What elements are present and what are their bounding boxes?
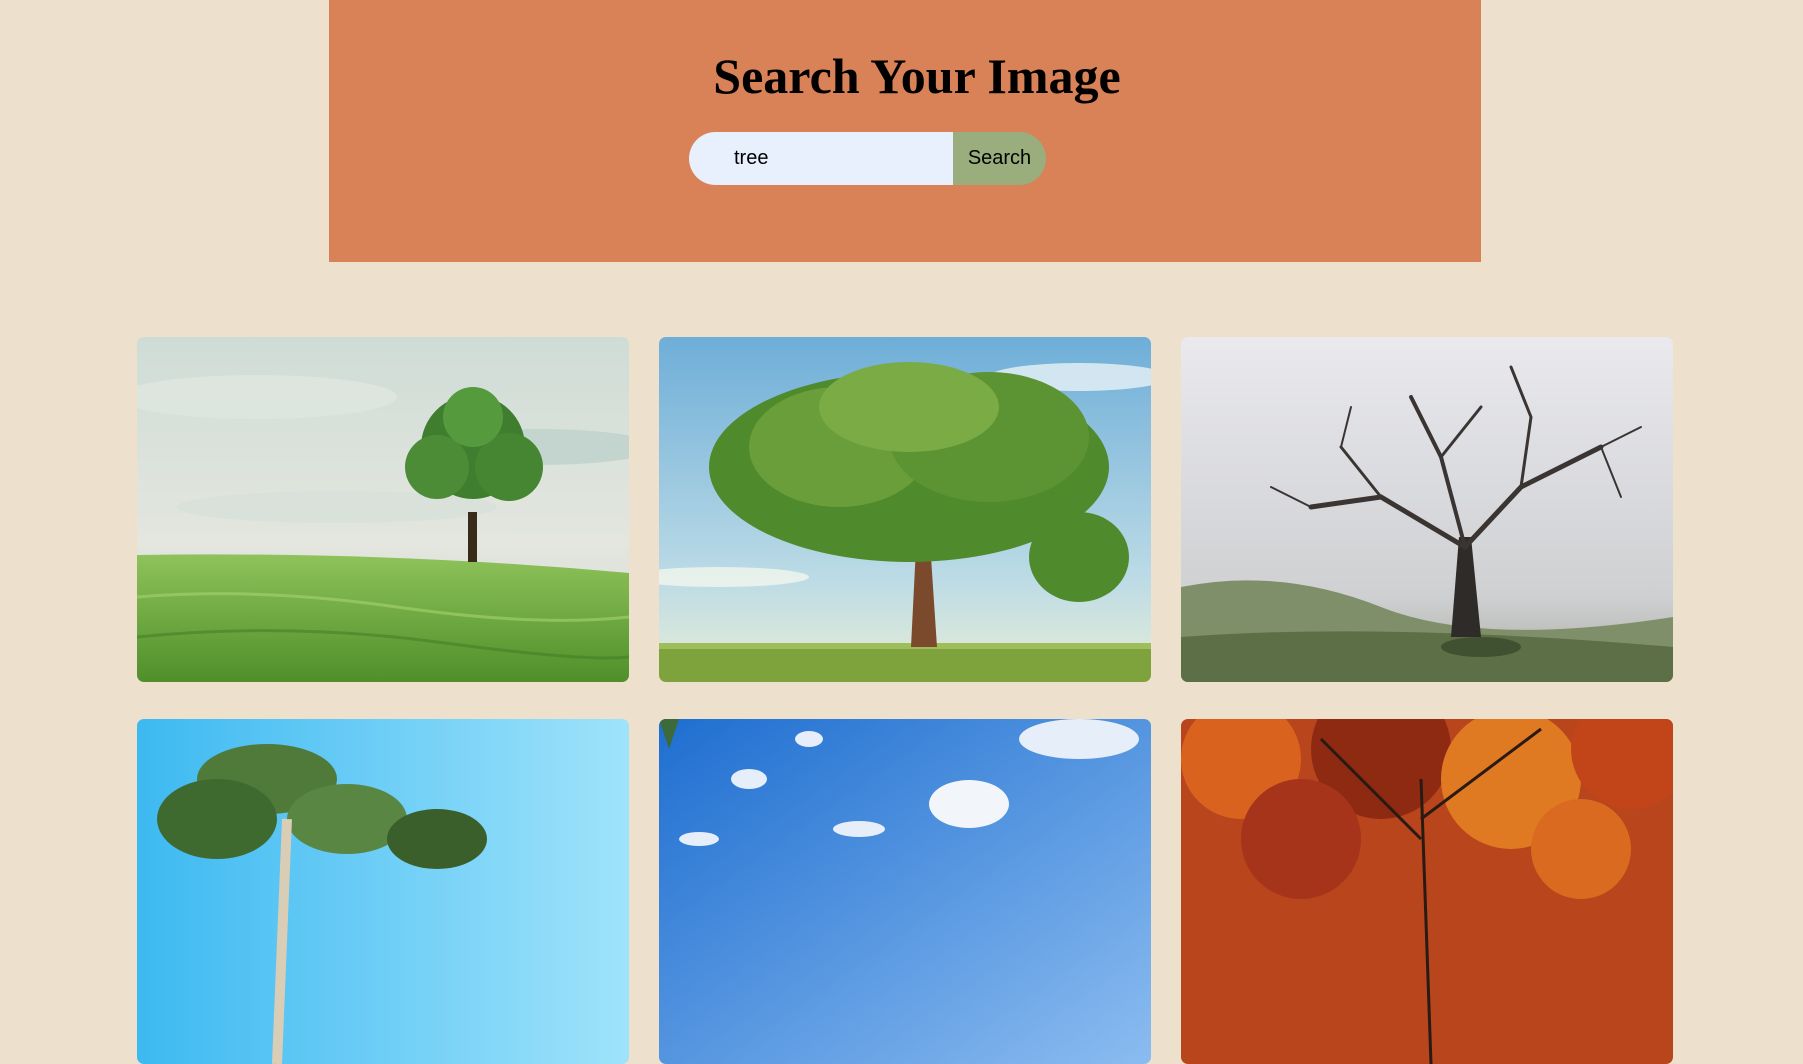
spreading-tree-image [659, 337, 1151, 682]
image-result-autumn-tree[interactable] [1181, 719, 1673, 1064]
image-result-eucalyptus[interactable] [137, 719, 629, 1064]
search-header: Search Your Image Search [329, 0, 1481, 262]
image-result-spreading-tree[interactable] [659, 337, 1151, 682]
autumn-tree-image [1181, 719, 1673, 1064]
eucalyptus-image [137, 719, 629, 1064]
blue-sky-image [659, 719, 1151, 1064]
bare-tree-image [1181, 337, 1673, 682]
lone-tree-image [137, 337, 629, 682]
page-title: Search Your Image [713, 48, 1121, 104]
search-form: Search [689, 132, 1046, 185]
image-result-lone-tree[interactable] [137, 337, 629, 682]
search-input[interactable] [689, 132, 953, 185]
image-result-bare-tree[interactable] [1181, 337, 1673, 682]
image-result-blue-sky[interactable] [659, 719, 1151, 1064]
search-button[interactable]: Search [953, 132, 1046, 185]
